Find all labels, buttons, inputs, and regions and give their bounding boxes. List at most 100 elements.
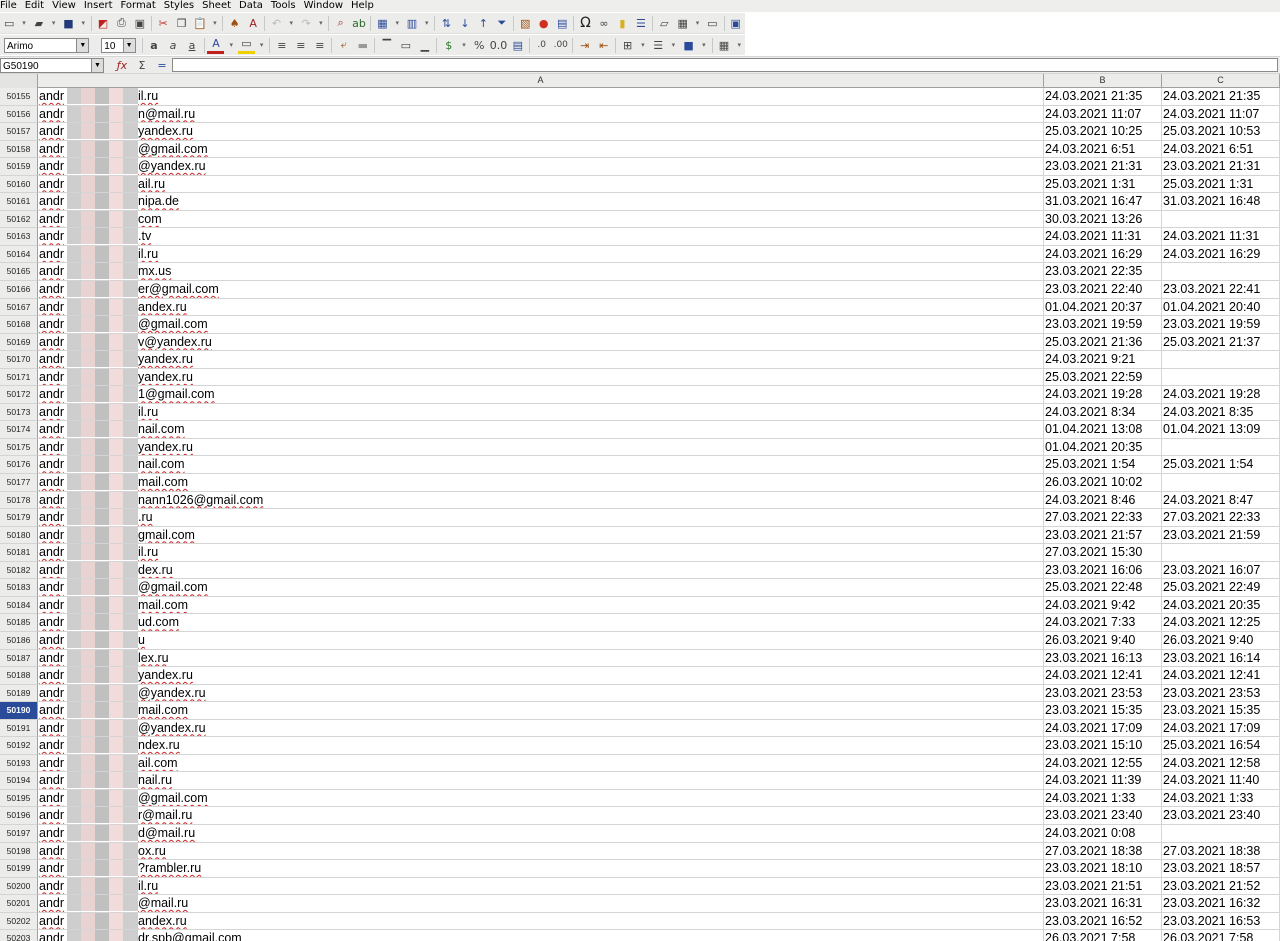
currency-format-icon[interactable]: $: [440, 37, 457, 54]
cell-email[interactable]: andr nail.com: [38, 456, 1044, 475]
cell-date-b[interactable]: 24.03.2021 11:07: [1044, 105, 1162, 124]
align-middle-icon[interactable]: ▭: [397, 37, 414, 54]
name-box[interactable]: G50190 ▼: [0, 58, 104, 73]
cell-email[interactable]: andr dr.spb@gmail.com: [38, 930, 1044, 941]
cell-date-c[interactable]: 24.03.2021 12:58: [1162, 754, 1280, 773]
align-right-icon[interactable]: ≡: [311, 37, 328, 54]
cell-date-b[interactable]: 24.03.2021 19:28: [1044, 386, 1162, 404]
cell-email[interactable]: andr @gmail.com: [38, 579, 1044, 597]
clear-formatting-icon[interactable]: A: [245, 15, 261, 32]
function-wizard-icon[interactable]: ƒx: [113, 58, 131, 73]
cell-date-b[interactable]: 23.03.2021 23:53: [1044, 684, 1162, 703]
row-header[interactable]: 50197: [0, 824, 38, 843]
menu-item-styles[interactable]: Styles: [164, 0, 198, 12]
row-header[interactable]: 50182: [0, 561, 38, 580]
cell-date-b[interactable]: 25.03.2021 21:36: [1044, 333, 1162, 352]
currency-dropdown-icon[interactable]: ▾: [459, 37, 468, 54]
row-header[interactable]: 50193: [0, 754, 38, 773]
cell-date-c[interactable]: 23.03.2021 23:40: [1162, 807, 1280, 825]
menu-item-data[interactable]: Data: [239, 0, 267, 12]
cell-email[interactable]: andr yandex.ru: [38, 123, 1044, 141]
row-header[interactable]: 50203: [0, 930, 38, 941]
cell-date-b[interactable]: 26.03.2021 9:40: [1044, 631, 1162, 650]
cell-date-b[interactable]: 24.03.2021 7:33: [1044, 614, 1162, 632]
cell-date-b[interactable]: 24.03.2021 11:31: [1044, 228, 1162, 246]
row-header[interactable]: 50181: [0, 544, 38, 562]
row-header[interactable]: 50168: [0, 316, 38, 334]
cell-date-c[interactable]: 23.03.2021 18:57: [1162, 860, 1280, 878]
cell-date-c[interactable]: 24.03.2021 6:51: [1162, 140, 1280, 159]
cell-email[interactable]: andr @yandex.ru: [38, 719, 1044, 738]
cell-date-c[interactable]: 23.03.2021 21:59: [1162, 526, 1280, 545]
row-header[interactable]: 50198: [0, 842, 38, 861]
number-format-icon[interactable]: 0.0: [490, 37, 508, 54]
redo-icon[interactable]: ↷: [298, 15, 314, 32]
save-dropdown-icon[interactable]: ▾: [79, 15, 88, 32]
save-icon[interactable]: ■: [60, 15, 76, 32]
cell-date-b[interactable]: 01.04.2021 20:37: [1044, 298, 1162, 317]
row-header[interactable]: 50165: [0, 263, 38, 282]
chevron-down-icon[interactable]: ▼: [91, 59, 103, 72]
sum-icon[interactable]: Σ: [133, 58, 151, 73]
cell-email[interactable]: andr lex.ru: [38, 649, 1044, 668]
cell-date-b[interactable]: 24.03.2021 9:21: [1044, 351, 1162, 369]
cell-date-c[interactable]: [1162, 210, 1280, 229]
cell-date-c[interactable]: 26.03.2021 9:40: [1162, 631, 1280, 650]
cell-date-c[interactable]: 31.03.2021 16:48: [1162, 193, 1280, 211]
paste-icon[interactable]: 📋: [192, 15, 208, 32]
cell-date-c[interactable]: 24.03.2021 12:25: [1162, 614, 1280, 632]
show-draw-functions-icon[interactable]: ▣: [727, 15, 743, 32]
cell-date-b[interactable]: 25.03.2021 22:48: [1044, 579, 1162, 597]
cell-date-c[interactable]: [1162, 351, 1280, 369]
align-center-icon[interactable]: ≡: [292, 37, 309, 54]
cell-date-b[interactable]: 24.03.2021 6:51: [1044, 140, 1162, 159]
cell-date-c[interactable]: [1162, 263, 1280, 282]
row-header[interactable]: 50177: [0, 474, 38, 492]
row-header[interactable]: 50185: [0, 614, 38, 632]
formula-icon[interactable]: =: [153, 58, 171, 73]
row-header[interactable]: 50195: [0, 789, 38, 808]
align-left-icon[interactable]: ≡: [273, 37, 290, 54]
cell-date-c[interactable]: 23.03.2021 16:32: [1162, 895, 1280, 913]
align-bottom-icon[interactable]: ▁: [416, 37, 433, 54]
cell-date-c[interactable]: 24.03.2021 1:33: [1162, 789, 1280, 808]
sort-ascending-icon[interactable]: ↓: [457, 15, 473, 32]
row-header[interactable]: 50187: [0, 649, 38, 668]
column-icon[interactable]: ▥: [404, 15, 420, 32]
row-header[interactable]: 50183: [0, 579, 38, 597]
menu-item-file[interactable]: File: [0, 0, 21, 12]
cell-email[interactable]: andr v@yandex.ru: [38, 333, 1044, 352]
cell-email[interactable]: andr il.ru: [38, 88, 1044, 106]
cell-email[interactable]: andr d@mail.ru: [38, 824, 1044, 843]
menu-item-window[interactable]: Window: [304, 0, 347, 12]
cell-email[interactable]: andr ndex.ru: [38, 737, 1044, 755]
cell-email[interactable]: andr nail.com: [38, 421, 1044, 439]
cell-email[interactable]: andr yandex.ru: [38, 351, 1044, 369]
decrease-indent-icon[interactable]: ⇤: [595, 37, 612, 54]
cell-date-c[interactable]: 23.03.2021 16:07: [1162, 561, 1280, 580]
cell-email[interactable]: andr @gmail.com: [38, 789, 1044, 808]
border-style-icon[interactable]: ☰: [650, 37, 667, 54]
cell-email[interactable]: andr 1@gmail.com: [38, 386, 1044, 404]
cell-email[interactable]: andr mx.us: [38, 263, 1044, 282]
cell-date-b[interactable]: 25.03.2021 22:59: [1044, 368, 1162, 387]
cell-email[interactable]: andr @gmail.com: [38, 140, 1044, 159]
merge-cells-icon[interactable]: ▬: [354, 37, 371, 54]
row-header[interactable]: 50159: [0, 158, 38, 176]
cell-email[interactable]: andr dex.ru: [38, 561, 1044, 580]
cell-date-b[interactable]: 23.03.2021 22:40: [1044, 281, 1162, 299]
cell-date-c[interactable]: 23.03.2021 21:31: [1162, 158, 1280, 176]
row-header[interactable]: 50155: [0, 88, 38, 106]
row-header[interactable]: 50190: [0, 702, 38, 720]
font-color-dropdown-icon[interactable]: ▾: [226, 37, 235, 54]
row-header[interactable]: 50170: [0, 351, 38, 369]
row-header[interactable]: 50186: [0, 631, 38, 650]
cell-date-b[interactable]: 01.04.2021 13:08: [1044, 421, 1162, 439]
cell-date-b[interactable]: 23.03.2021 19:59: [1044, 316, 1162, 334]
cell-date-c[interactable]: 24.03.2021 8:47: [1162, 491, 1280, 510]
border-style-dropdown-icon[interactable]: ▾: [669, 37, 678, 54]
align-top-icon[interactable]: ▔: [378, 37, 395, 54]
conditional-format-icon[interactable]: ▦: [716, 37, 733, 54]
cell-date-b[interactable]: 23.03.2021 15:35: [1044, 702, 1162, 720]
row-icon[interactable]: ▦: [374, 15, 390, 32]
